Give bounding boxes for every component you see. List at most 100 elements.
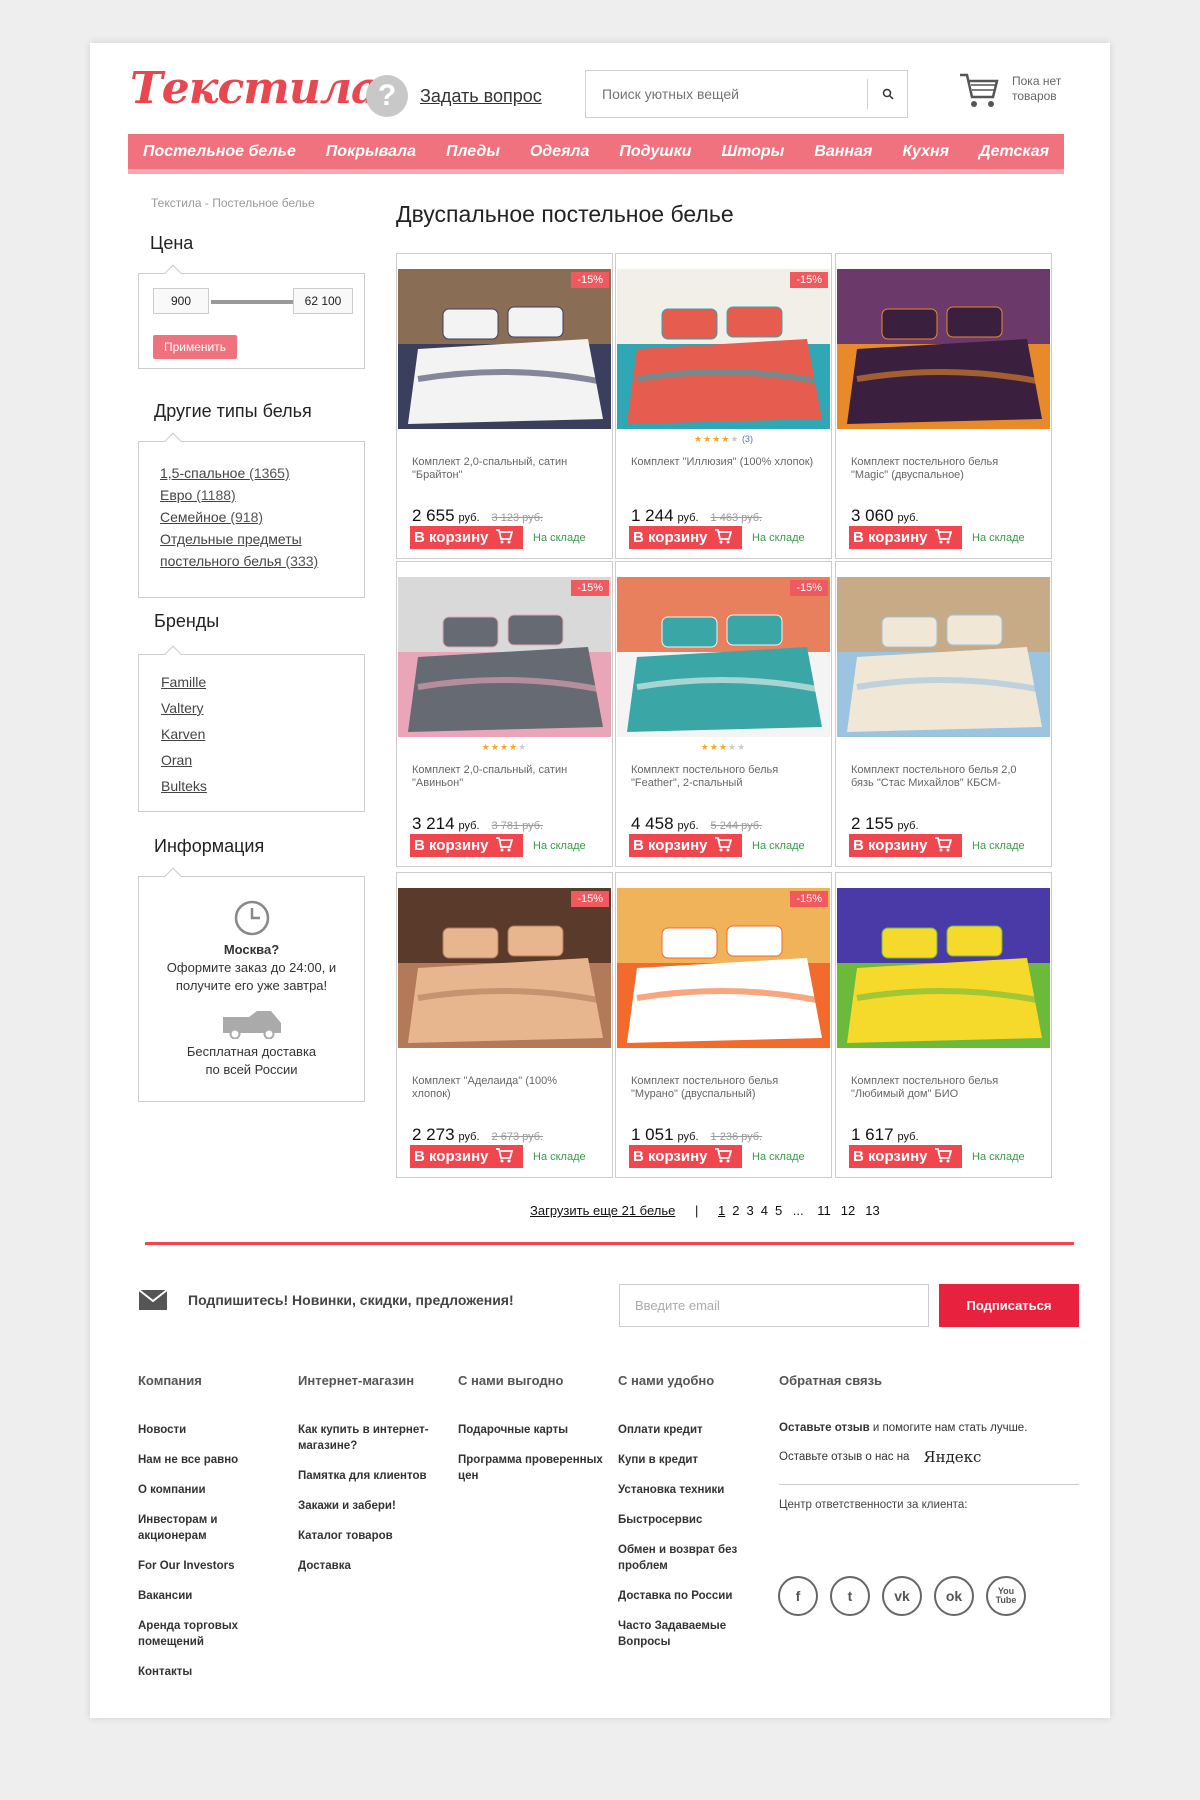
add-to-cart-button[interactable]: В корзину [410, 834, 523, 857]
product-title[interactable]: Комплект "Иллюзия" (100% хлопок) [631, 456, 816, 482]
footer-link[interactable]: Вакансии [138, 1588, 288, 1604]
footer-link[interactable]: Быстросервис [618, 1512, 768, 1528]
nav-item-5[interactable]: Шторы [721, 143, 784, 161]
nav-item-6[interactable]: Ванная [814, 143, 872, 161]
footer-link[interactable]: Памятка для клиентов [298, 1468, 448, 1484]
nav-item-7[interactable]: Кухня [902, 143, 949, 161]
page-link[interactable]: 2 [732, 1203, 739, 1218]
product-image[interactable] [398, 269, 611, 429]
product-card[interactable]: -15% Комплект "Аделаида" (100% хлопок) 2 2… [396, 872, 613, 1178]
page-link[interactable]: 4 [761, 1203, 768, 1218]
type-link[interactable]: Евро (1188) [160, 484, 364, 506]
brand-link[interactable]: Karven [161, 721, 364, 747]
footer-link[interactable]: Новости [138, 1422, 288, 1438]
product-image[interactable] [617, 269, 830, 429]
price-slider[interactable] [211, 300, 293, 304]
twitter-icon[interactable]: t [830, 1576, 870, 1616]
footer-link[interactable]: Как купить в интернет-магазине? [298, 1422, 448, 1454]
load-more-link[interactable]: Загрузить еще 21 белье [530, 1203, 675, 1218]
product-title[interactable]: Комплект постельного белья "Любимый дом"… [851, 1075, 1036, 1101]
nav-item-0[interactable]: Постельное белье [143, 143, 296, 161]
search-input[interactable] [586, 71, 867, 117]
page-link[interactable]: 13 [865, 1203, 879, 1218]
nav-item-3[interactable]: Одеяла [530, 143, 590, 161]
brand-link[interactable]: Bulteks [161, 773, 364, 799]
product-card[interactable]: Комплект постельного белья "Magic" (двус… [835, 253, 1052, 559]
page-link[interactable]: 1 [718, 1203, 725, 1218]
add-to-cart-button[interactable]: В корзину [629, 526, 742, 549]
product-card[interactable]: -15% ★★★★★ (3) Комплект "Иллюзия" (100% хл… [615, 253, 832, 559]
footer-link[interactable]: Обмен и возврат без проблем [618, 1542, 768, 1574]
ask-question[interactable]: ? Задать вопрос [366, 75, 542, 117]
product-image[interactable] [837, 577, 1050, 737]
footer-link[interactable]: Оплати кредит [618, 1422, 768, 1438]
footer-link[interactable]: Программа проверенных цен [458, 1452, 608, 1484]
add-to-cart-button[interactable]: В корзину [849, 834, 962, 857]
brand-link[interactable]: Oran [161, 747, 364, 773]
footer-link[interactable]: Аренда торговых помещений [138, 1618, 288, 1650]
footer-link[interactable]: Доставка [298, 1558, 448, 1574]
footer-link[interactable]: Контакты [138, 1664, 288, 1680]
price-max-input[interactable]: 62 100 [293, 288, 353, 314]
product-card[interactable]: Комплект постельного белья "Любимый дом"… [835, 872, 1052, 1178]
product-title[interactable]: Комплект постельного белья 2,0 бязь "Ста… [851, 764, 1036, 790]
footer-link[interactable]: Доставка по России [618, 1588, 768, 1604]
footer-link[interactable]: Закажи и забери! [298, 1498, 448, 1514]
nav-item-2[interactable]: Пледы [446, 143, 500, 161]
add-to-cart-button[interactable]: В корзину [629, 834, 742, 857]
product-image[interactable] [837, 888, 1050, 1048]
add-to-cart-button[interactable]: В корзину [849, 526, 962, 549]
price-min-input[interactable]: 900 [153, 288, 209, 314]
product-image[interactable] [617, 577, 830, 737]
product-title[interactable]: Комплект 2,0-спальный, сатин "Авиньон" [412, 764, 597, 790]
add-to-cart-button[interactable]: В корзину [629, 1145, 742, 1168]
product-image[interactable] [617, 888, 830, 1048]
breadcrumb[interactable]: Текстила - Постельное белье [151, 196, 315, 210]
cart[interactable]: Пока нет товаров [958, 69, 1072, 109]
product-image[interactable] [398, 888, 611, 1048]
footer-link[interactable]: Часто Задаваемые Вопросы [618, 1618, 768, 1650]
yandex-logo[interactable]: Яндекс [923, 1448, 981, 1466]
odnoklassniki-icon[interactable]: ok [934, 1576, 974, 1616]
type-link[interactable]: Отдельные предметы постельного белья (33… [160, 528, 364, 572]
footer-link[interactable]: Нам не все равно [138, 1452, 288, 1468]
email-input[interactable]: Введите email [619, 1284, 929, 1327]
product-title[interactable]: Комплект постельного белья "Magic" (двус… [851, 456, 1036, 482]
product-image[interactable] [398, 577, 611, 737]
subscribe-button[interactable]: Подписаться [939, 1284, 1079, 1327]
youtube-icon[interactable]: You Tube [986, 1576, 1026, 1616]
ask-question-link[interactable]: Задать вопрос [420, 86, 542, 107]
facebook-icon[interactable]: f [778, 1576, 818, 1616]
footer-link[interactable]: Инвесторам и акционерам [138, 1512, 288, 1544]
product-title[interactable]: Комплект "Аделаида" (100% хлопок) [412, 1075, 597, 1101]
feedback-link[interactable]: Оставьте отзыв [779, 1422, 870, 1434]
search-button[interactable] [867, 79, 907, 109]
add-to-cart-button[interactable]: В корзину [849, 1145, 962, 1168]
review-count[interactable]: (3) [739, 434, 753, 444]
product-title[interactable]: Комплект постельного белья "Feather", 2-… [631, 764, 816, 790]
type-link[interactable]: Семейное (918) [160, 506, 364, 528]
product-card[interactable]: -15% ★★★★★ Комплект постельного белья "Fea… [615, 561, 832, 867]
product-card[interactable]: -15% Комплект 2,0-спальный, сатин "Брайто… [396, 253, 613, 559]
footer-link[interactable]: Подарочные карты [458, 1422, 608, 1438]
add-to-cart-button[interactable]: В корзину [410, 1145, 523, 1168]
type-link[interactable]: 1,5-спальное (1365) [160, 462, 364, 484]
product-card[interactable]: Комплект постельного белья 2,0 бязь "Ста… [835, 561, 1052, 867]
product-image[interactable] [837, 269, 1050, 429]
logo[interactable]: Текстила [130, 63, 380, 114]
footer-link[interactable]: For Our Investors [138, 1558, 288, 1574]
brand-link[interactable]: Famille [161, 669, 364, 695]
add-to-cart-button[interactable]: В корзину [410, 526, 523, 549]
vk-icon[interactable]: vk [882, 1576, 922, 1616]
nav-item-1[interactable]: Покрывала [326, 143, 416, 161]
footer-link[interactable]: О компании [138, 1482, 288, 1498]
footer-link[interactable]: Каталог товаров [298, 1528, 448, 1544]
brand-link[interactable]: Valtery [161, 695, 364, 721]
page-link[interactable]: 12 [841, 1203, 855, 1218]
product-title[interactable]: Комплект постельного белья "Мурано" (дву… [631, 1075, 816, 1101]
page-link[interactable]: 3 [746, 1203, 753, 1218]
apply-button[interactable]: Применить [153, 335, 237, 359]
page-link[interactable]: 11 [817, 1203, 831, 1218]
nav-item-8[interactable]: Детская [979, 143, 1049, 161]
nav-item-4[interactable]: Подушки [619, 143, 691, 161]
